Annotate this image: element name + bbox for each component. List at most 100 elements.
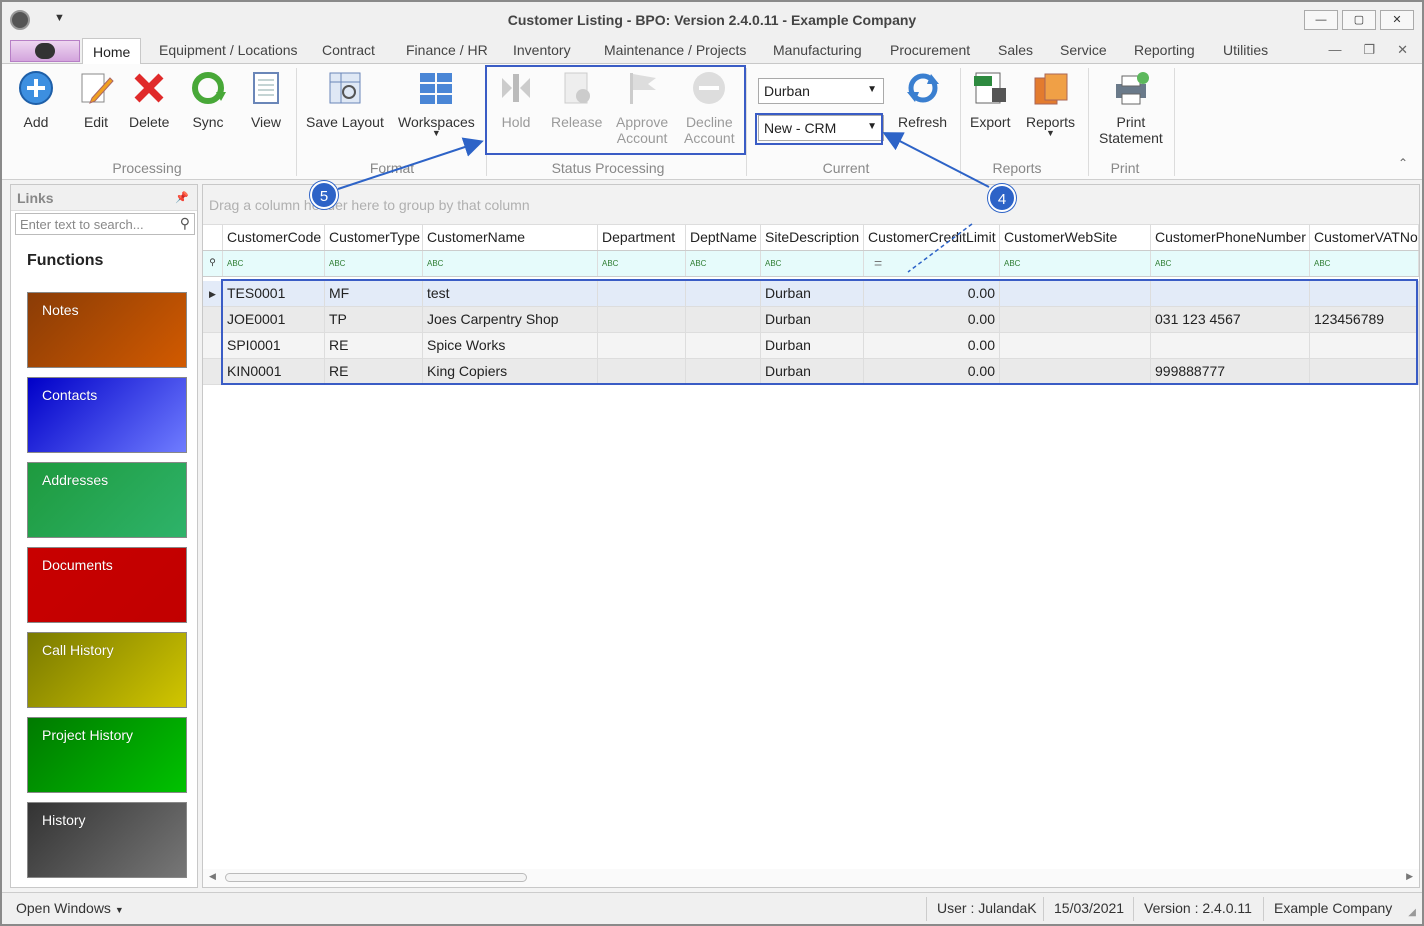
status-user: User : JulandaK: [937, 900, 1037, 916]
tile-call-history[interactable]: Call History: [27, 632, 187, 708]
group-divider: [1088, 68, 1089, 176]
tab-inventory[interactable]: Inventory: [513, 42, 571, 58]
auto-filter-row: ⚲ ABC ABC ABC ABC ABC ABC = ABC ABC ABC: [203, 251, 1419, 277]
row-indicator: [203, 307, 223, 332]
mdi-close-button[interactable]: ✕: [1397, 42, 1408, 58]
column-header[interactable]: CustomerCreditLimit: [864, 225, 1000, 250]
tab-service[interactable]: Service: [1060, 42, 1107, 58]
view-icon: [248, 70, 284, 106]
pin-icon[interactable]: 📌: [175, 191, 189, 204]
scroll-right-icon[interactable]: ▶: [1406, 871, 1413, 882]
status-divider: [926, 897, 927, 921]
maximize-button[interactable]: ▢: [1342, 10, 1376, 30]
mdi-minimize-button[interactable]: —: [1328, 42, 1341, 58]
edit-button[interactable]: Edit: [78, 70, 114, 130]
bpo-logo-icon[interactable]: [10, 40, 80, 62]
chevron-down-icon: ▼: [114, 905, 124, 915]
search-icon[interactable]: ⚲: [180, 215, 190, 232]
column-header[interactable]: CustomerPhoneNumber: [1151, 225, 1310, 250]
tab-sales[interactable]: Sales: [998, 42, 1033, 58]
tile-documents[interactable]: Documents: [27, 547, 187, 623]
export-button[interactable]: Export: [970, 70, 1010, 130]
refresh-icon: [905, 70, 941, 106]
view-button[interactable]: View: [248, 70, 284, 130]
filter-cell-text-icon[interactable]: ABC: [423, 251, 598, 276]
close-button[interactable]: ✕: [1380, 10, 1414, 30]
add-icon: [18, 70, 54, 106]
status-company: Example Company: [1274, 900, 1393, 916]
filter-cell-text-icon[interactable]: ABC: [686, 251, 761, 276]
status-processing-highlight: [485, 65, 746, 155]
column-header[interactable]: CustomerName: [423, 225, 598, 250]
tile-project-history[interactable]: Project History: [27, 717, 187, 793]
row-indicator-header: [203, 225, 223, 250]
filter-cell-equals-icon[interactable]: =: [864, 251, 1000, 276]
minimize-button[interactable]: —: [1304, 10, 1338, 30]
add-button[interactable]: Add: [18, 70, 54, 130]
group-label-reports: Reports: [992, 160, 1042, 176]
collapse-ribbon-icon[interactable]: ⌃: [1398, 156, 1408, 170]
group-label-format: Format: [369, 160, 415, 176]
column-header[interactable]: CustomerVATNo: [1310, 225, 1419, 250]
refresh-button[interactable]: Refresh: [898, 70, 947, 130]
export-excel-icon: [972, 70, 1008, 106]
group-label-processing: Processing: [112, 160, 182, 176]
tab-utilities[interactable]: Utilities: [1223, 42, 1268, 58]
tab-equipment-locations[interactable]: Equipment / Locations: [159, 42, 298, 58]
column-header[interactable]: Department: [598, 225, 686, 250]
tile-addresses[interactable]: Addresses: [27, 462, 187, 538]
print-statement-button[interactable]: Print Statement: [1099, 70, 1163, 146]
column-header[interactable]: SiteDescription: [761, 225, 864, 250]
open-windows-button[interactable]: Open Windows ▼: [16, 900, 124, 916]
row-indicator: [203, 333, 223, 358]
save-layout-button[interactable]: Save Layout: [306, 70, 384, 130]
title-bar: ▼ Customer Listing - BPO: Version 2.4.0.…: [2, 2, 1422, 38]
group-label-status-processing: Status Processing: [551, 160, 665, 176]
filter-cell-text-icon[interactable]: ABC: [325, 251, 423, 276]
ribbon-tabs: Home Equipment / Locations Contract Fina…: [2, 38, 1422, 65]
workspaces-button[interactable]: Workspaces ▼: [398, 70, 475, 138]
status-divider: [1043, 897, 1044, 921]
application-window: ▼ Customer Listing - BPO: Version 2.4.0.…: [0, 0, 1424, 926]
group-divider: [296, 68, 297, 176]
column-header[interactable]: CustomerWebSite: [1000, 225, 1151, 250]
filter-cell-text-icon[interactable]: ABC: [1151, 251, 1310, 276]
tile-notes[interactable]: Notes: [27, 292, 187, 368]
column-header[interactable]: DeptName: [686, 225, 761, 250]
printer-icon: [1113, 70, 1149, 106]
column-header[interactable]: CustomerCode: [223, 225, 325, 250]
tab-home[interactable]: Home: [82, 38, 142, 65]
filter-cell-text-icon[interactable]: ABC: [1000, 251, 1151, 276]
mdi-restore-button[interactable]: ❐: [1363, 42, 1375, 58]
filter-pin-icon: ⚲: [203, 251, 223, 276]
site-combo[interactable]: Durban ▼: [758, 78, 884, 104]
tab-finance-hr[interactable]: Finance / HR: [406, 42, 488, 58]
links-search-input[interactable]: Enter text to search... ⚲: [15, 213, 195, 235]
filter-cell-text-icon[interactable]: ABC: [223, 251, 325, 276]
tab-reporting[interactable]: Reporting: [1134, 42, 1195, 58]
filter-cell-text-icon[interactable]: ABC: [598, 251, 686, 276]
group-by-panel[interactable]: Drag a column header here to group by th…: [203, 185, 1419, 225]
scrollbar-thumb[interactable]: [225, 873, 527, 882]
current-row-indicator-icon: ▶: [203, 281, 223, 306]
delete-button[interactable]: Delete: [129, 70, 169, 130]
tab-procurement[interactable]: Procurement: [890, 42, 970, 58]
grid-rows-highlight: [221, 279, 1418, 385]
tile-history[interactable]: History: [27, 802, 187, 878]
status-date: 15/03/2021: [1054, 900, 1125, 916]
status-bar: Open Windows ▼ User : JulandaK 15/03/202…: [2, 892, 1422, 924]
filter-cell-text-icon[interactable]: ABC: [1310, 251, 1419, 276]
resize-grip-icon[interactable]: ◢: [1408, 907, 1416, 918]
tab-maintenance-projects[interactable]: Maintenance / Projects: [604, 42, 746, 58]
group-divider: [960, 68, 961, 176]
tab-contract[interactable]: Contract: [322, 42, 375, 58]
filter-cell-text-icon[interactable]: ABC: [761, 251, 864, 276]
horizontal-scrollbar[interactable]: ◀ ▶: [203, 869, 1419, 887]
column-header[interactable]: CustomerType: [325, 225, 423, 250]
tile-contacts[interactable]: Contacts: [27, 377, 187, 453]
functions-title: Functions: [27, 252, 104, 269]
tab-manufacturing[interactable]: Manufacturing: [773, 42, 862, 58]
scroll-left-icon[interactable]: ◀: [209, 871, 216, 882]
reports-button[interactable]: Reports ▼: [1026, 70, 1075, 138]
sync-button[interactable]: Sync: [190, 70, 226, 130]
